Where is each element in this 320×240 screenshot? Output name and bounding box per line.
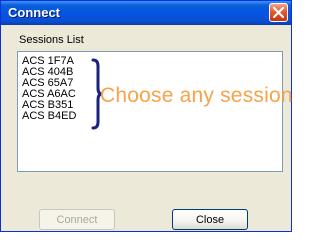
connect-button[interactable]: Connect [39, 209, 115, 230]
sessions-list-label: Sessions List [19, 34, 84, 46]
sessions-list-items: ACS 1F7A ACS 404B ACS 65A7 ACS A6AC ACS … [22, 56, 76, 122]
window-title: Connect [8, 5, 60, 20]
close-button[interactable]: Close [172, 209, 248, 230]
annotation-text: Choose any session [100, 84, 293, 107]
close-icon [273, 7, 284, 18]
window-close-button[interactable] [269, 3, 288, 22]
title-bar[interactable]: Connect [1, 1, 291, 25]
list-item[interactable]: ACS B4ED [22, 111, 76, 122]
sessions-list[interactable]: ACS 1F7A ACS 404B ACS 65A7 ACS A6AC ACS … [17, 51, 293, 172]
connect-dialog: Connect Sessions List ACS 1F7A ACS 404B … [0, 0, 293, 232]
